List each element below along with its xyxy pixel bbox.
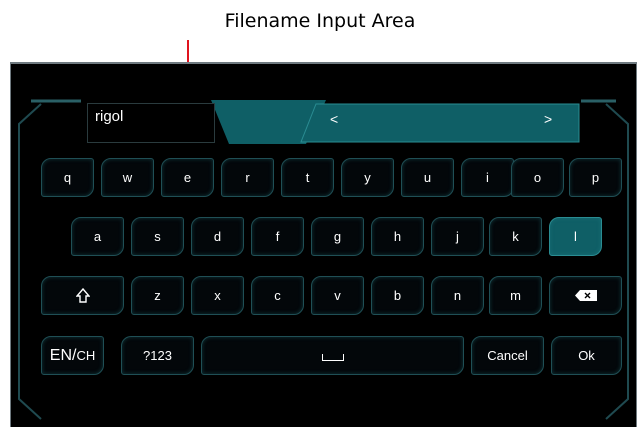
space-icon <box>321 354 344 361</box>
ok-button[interactable]: Ok <box>551 336 622 375</box>
key-w[interactable]: w <box>101 158 154 197</box>
key-t[interactable]: t <box>281 158 334 197</box>
key-q[interactable]: q <box>41 158 94 197</box>
space-key[interactable] <box>201 336 464 375</box>
backspace-icon <box>574 290 597 301</box>
key-v[interactable]: v <box>311 276 364 315</box>
prev-arrow-button[interactable]: < <box>330 111 338 127</box>
cancel-button[interactable]: Cancel <box>471 336 544 375</box>
key-p[interactable]: p <box>569 158 622 197</box>
lang-en-label: EN/ <box>49 346 77 364</box>
key-z[interactable]: z <box>131 276 184 315</box>
key-k[interactable]: k <box>489 217 542 256</box>
key-m[interactable]: m <box>489 276 542 315</box>
next-arrow-button[interactable]: > <box>544 111 552 127</box>
key-i[interactable]: i <box>461 158 514 197</box>
key-h[interactable]: h <box>371 217 424 256</box>
key-f[interactable]: f <box>251 217 304 256</box>
filename-input-value: rigol <box>95 108 124 125</box>
key-d[interactable]: d <box>191 217 244 256</box>
key-c[interactable]: c <box>251 276 304 315</box>
backspace-key[interactable] <box>549 276 622 315</box>
key-s[interactable]: s <box>131 217 184 256</box>
key-y[interactable]: y <box>341 158 394 197</box>
key-u[interactable]: u <box>401 158 454 197</box>
nav-bar <box>300 103 580 143</box>
symbols-key[interactable]: ?123 <box>121 336 194 375</box>
key-l[interactable]: l <box>549 217 602 256</box>
keyboard-panel: rigol < > q w e r t y u i o p a s d f g … <box>10 62 637 427</box>
key-a[interactable]: a <box>71 217 124 256</box>
key-o[interactable]: o <box>511 158 564 197</box>
lang-ch-label: CH <box>76 348 96 363</box>
key-j[interactable]: j <box>431 217 484 256</box>
key-n[interactable]: n <box>431 276 484 315</box>
shift-icon <box>75 288 90 303</box>
key-x[interactable]: x <box>191 276 244 315</box>
key-r[interactable]: r <box>221 158 274 197</box>
lang-switch-key[interactable]: EN/CH <box>41 336 104 375</box>
key-e[interactable]: e <box>161 158 214 197</box>
key-b[interactable]: b <box>371 276 424 315</box>
key-g[interactable]: g <box>311 217 364 256</box>
shift-key[interactable] <box>41 276 124 315</box>
